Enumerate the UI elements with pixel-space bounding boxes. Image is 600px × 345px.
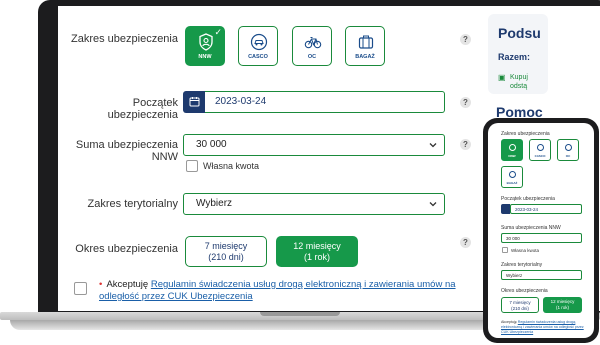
phone-calendar-icon[interactable] (501, 204, 510, 214)
accept-prefix: Akceptuję (106, 279, 149, 290)
phone-period-subtitle: (210 dni) (511, 306, 529, 311)
scope-option-label: BAGAŻ (355, 54, 375, 60)
start-date-label: Początek ubezpieczenia (107, 97, 178, 121)
territory-label: Zakres terytorialny (87, 198, 178, 210)
bicycle-icon (304, 37, 322, 49)
chevron-down-icon (429, 143, 437, 148)
phone-tile-label: BAGAŻ (506, 181, 518, 185)
phone-tile-nnw[interactable]: NNW (501, 139, 523, 161)
luggage-icon (509, 171, 516, 178)
scope-option-casco[interactable]: CASCO (238, 26, 278, 66)
scope-option-nnw[interactable]: ✓ NNW (185, 26, 225, 66)
terms-link[interactable]: Regulamin świadczenia usług drogą elektr… (99, 279, 456, 302)
scope-option-label: NNW (198, 54, 212, 60)
scope-option-oc[interactable]: OC (292, 26, 332, 66)
phone-territory-label: Zakres terytorialny (501, 262, 543, 268)
help-icon[interactable]: ? (460, 97, 471, 108)
scope-option-label: CASCO (248, 54, 268, 60)
calendar-check-icon: ▣ (498, 73, 506, 82)
car-shield-icon (537, 144, 544, 151)
period-option-subtitle: (1 rok) (303, 252, 330, 262)
phone-tile-casco[interactable]: CASCO (529, 139, 551, 161)
start-date-field[interactable]: 2023-03-24 (183, 91, 445, 113)
accept-terms-text: • Akceptuję Regulamin świadczenia usług … (99, 279, 459, 303)
phone-screen: Zakres ubezpieczenia NNW CASCO OC BAGAŻ … (488, 123, 594, 338)
luggage-icon (358, 35, 374, 49)
chevron-down-icon (429, 202, 437, 207)
phone-scope-label: Zakres ubezpieczenia (501, 131, 550, 137)
phone-accept-prefix: Akceptuję (501, 320, 517, 324)
phone-sum-select[interactable]: 30 000 (501, 233, 582, 243)
period-option-7-months[interactable]: 7 miesięcy (210 dni) (185, 236, 267, 267)
phone-own-amount-label: Własna kwota (511, 248, 540, 253)
help-icon[interactable]: ? (460, 34, 471, 45)
sum-value: 30 000 (196, 139, 227, 150)
phone-tile-bagaz[interactable]: BAGAŻ (501, 166, 523, 188)
buy-note-line: Kupuj (510, 74, 528, 81)
phone-sum-label: Suma ubezpieczenia NNW (501, 225, 561, 231)
phone-tile-label: CASCO (534, 154, 546, 158)
phone-territory-select[interactable]: Wybierz (501, 270, 582, 280)
territory-value: Wybierz (196, 198, 233, 209)
phone-accept-text: Akceptuję Regulamin świadczenia usług dr… (501, 320, 587, 335)
phone-tile-label: NNW (508, 154, 516, 158)
phone-period-label: Okres ubezpieczenia (501, 288, 548, 294)
accept-checkbox[interactable] (74, 282, 87, 295)
start-date-value[interactable]: 2023-03-24 (205, 91, 445, 113)
required-marker: • (99, 279, 103, 290)
period-option-subtitle: (210 dni) (208, 252, 244, 262)
shield-person-icon (199, 33, 213, 51)
period-option-title: 7 miesięcy (204, 241, 248, 251)
phone-start-label: Początek ubezpieczenia (501, 196, 555, 202)
period-label: Okres ubezpieczenia (75, 243, 178, 255)
buy-note-line: odstą (510, 83, 528, 90)
scope-option-bagaz[interactable]: BAGAŻ (345, 26, 385, 66)
shield-person-icon (509, 144, 516, 151)
period-option-12-months[interactable]: 12 miesięcy (1 rok) (276, 236, 358, 267)
sum-select[interactable]: 30 000 (183, 134, 445, 156)
summary-buy-note: ▣ Kupuj odstą (498, 73, 528, 91)
bicycle-icon (565, 144, 572, 151)
phone-tile-oc[interactable]: OC (557, 139, 579, 161)
phone-start-date-field[interactable]: 2023-03-24 (510, 204, 582, 214)
phone-period-subtitle: (1 rok) (555, 305, 569, 310)
phone-own-amount-checkbox[interactable] (502, 247, 508, 253)
phone-tile-label: OC (565, 154, 571, 158)
summary-title: Podsu (498, 25, 541, 41)
own-amount-label: Własna kwota (203, 161, 260, 171)
help-icon[interactable]: ? (460, 237, 471, 248)
scope-option-label: OC (307, 54, 317, 60)
phone-period-7-months[interactable]: 7 miesięcy (210 dni) (501, 297, 539, 313)
territory-select[interactable]: Wybierz (183, 193, 445, 215)
phone-period-12-months[interactable]: 12 miesięcy (1 rok) (543, 297, 582, 313)
period-option-title: 12 miesięcy (293, 241, 341, 251)
own-amount-checkbox[interactable] (186, 160, 198, 172)
sum-label: Suma ubezpieczenia NNW (75, 139, 178, 163)
car-shield-icon (250, 33, 268, 51)
calendar-icon[interactable] (183, 91, 205, 113)
summary-total-label: Razem: (498, 52, 531, 62)
help-icon[interactable]: ? (460, 139, 471, 150)
check-icon: ✓ (214, 27, 222, 37)
scope-label: Zakres ubezpieczenia (70, 33, 178, 45)
